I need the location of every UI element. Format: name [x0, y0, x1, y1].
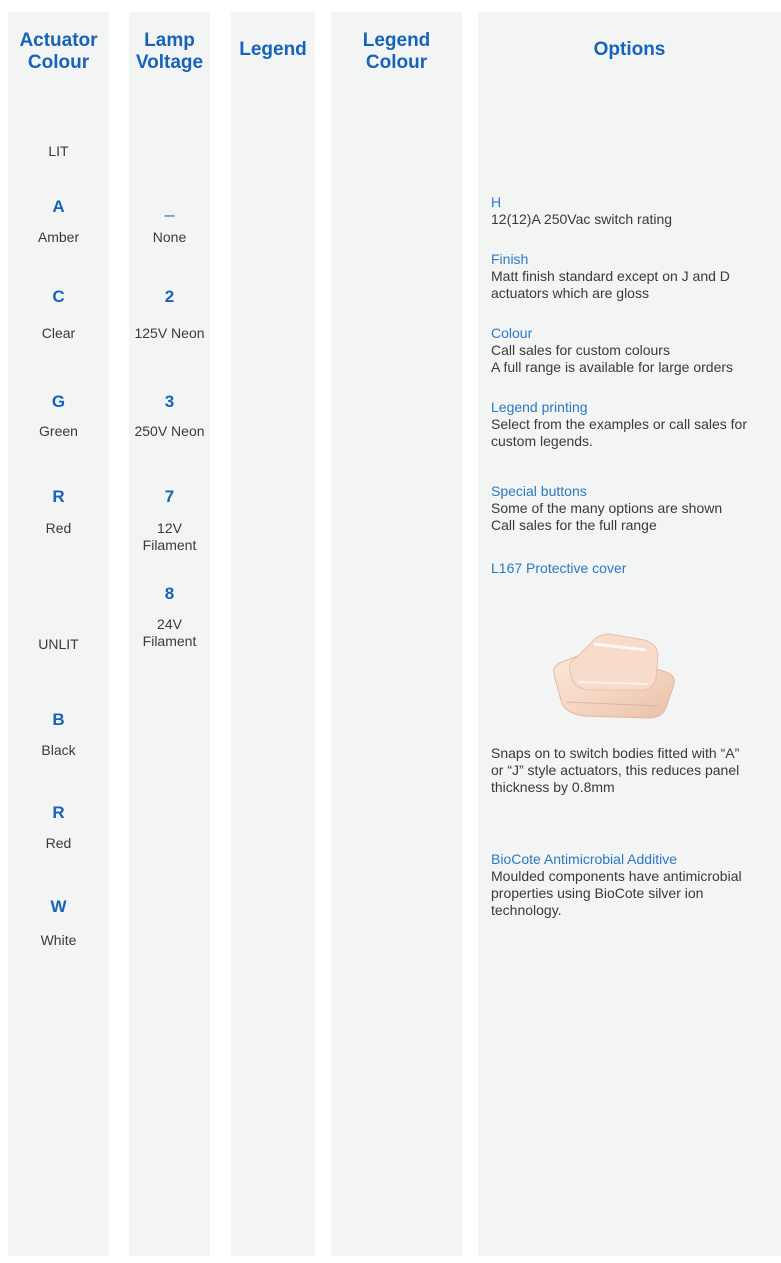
lamp-voltage-column: Lamp Voltage _ None 2 125V Neon 3 250V N… — [129, 12, 210, 1256]
option-colour: Colour Call sales for custom colours A f… — [491, 325, 779, 376]
lamp-name: Filament — [142, 537, 197, 553]
lamp-code: 7 — [164, 487, 175, 506]
option-body: 12(12)A 250Vac switch rating — [491, 211, 673, 227]
option-special-buttons: Special buttons Some of the many options… — [491, 483, 779, 534]
header-line: Legend — [362, 30, 431, 51]
option-title: Finish — [491, 251, 529, 267]
option-body: Select from the examples or call sales f… — [491, 416, 747, 432]
option-title: Legend printing — [491, 399, 588, 415]
options-header: Options — [593, 39, 666, 60]
option-body: A full range is available for large orde… — [491, 359, 734, 375]
lamp-code: 8 — [164, 584, 175, 603]
actuator-colour-column: Actuator Colour LIT A Amber C Clear G Gr… — [8, 12, 109, 1256]
header-line: Lamp — [144, 30, 195, 51]
option-body: custom legends. — [491, 433, 593, 449]
lamp-name: 125V Neon — [134, 325, 205, 341]
actuator-name: Amber — [37, 229, 80, 245]
lamp-name: 24V — [157, 616, 182, 632]
option-protective-cover-body: Snaps on to switch bodies fitted with “A… — [491, 745, 779, 796]
option-body: technology. — [491, 902, 562, 918]
header-line: Colour — [27, 52, 90, 73]
option-body: Moulded components have antimicrobial — [491, 868, 742, 884]
actuator-code: R — [52, 487, 65, 506]
option-finish: Finish Matt finish standard except on J … — [491, 251, 779, 302]
option-body: thickness by 0.8mm — [491, 779, 615, 795]
lamp-code: 2 — [164, 287, 175, 306]
actuator-name: Clear — [41, 325, 76, 341]
actuator-code: A — [52, 197, 65, 216]
header-line: Colour — [365, 52, 428, 73]
option-body: Some of the many options are shown — [491, 500, 723, 516]
option-body: Call sales for custom colours — [491, 342, 670, 358]
header-line: Voltage — [135, 52, 204, 73]
option-title: Colour — [491, 325, 533, 341]
legend-header: Legend — [239, 39, 307, 60]
lit-section-label: LIT — [48, 143, 69, 159]
lamp-code: _ — [164, 198, 175, 217]
header-line: Actuator — [19, 30, 98, 51]
actuator-colour-header: Actuator Colour — [8, 30, 109, 74]
actuator-code: C — [52, 287, 65, 306]
lamp-name: 12V — [157, 520, 182, 536]
actuator-code: G — [51, 392, 66, 411]
legend-colour-header: Legend Colour — [331, 30, 462, 74]
option-title: Special buttons — [491, 483, 587, 499]
option-biocote: BioCote Antimicrobial Additive Moulded c… — [491, 851, 779, 919]
option-title: L167 Protective cover — [491, 560, 627, 576]
option-title: BioCote Antimicrobial Additive — [491, 851, 677, 867]
option-body: Call sales for the full range — [491, 517, 657, 533]
option-legend-printing: Legend printing Select from the examples… — [491, 399, 779, 450]
legend-colour-column: Legend Colour — [331, 12, 462, 1256]
options-column: Options H 12(12)A 250Vac switch rating F… — [478, 12, 781, 1256]
unlit-section-label: UNLIT — [38, 636, 79, 652]
lamp-name: None — [152, 229, 187, 245]
option-h: H 12(12)A 250Vac switch rating — [491, 194, 779, 228]
actuator-code: B — [52, 710, 65, 729]
actuator-name: White — [40, 932, 77, 948]
actuator-name: Green — [39, 423, 78, 439]
actuator-name: Black — [41, 742, 76, 758]
option-body: actuators which are gloss — [491, 285, 649, 301]
lamp-name: 250V Neon — [134, 423, 205, 439]
legend-column: Legend — [231, 12, 315, 1256]
lamp-voltage-header: Lamp Voltage — [129, 30, 210, 74]
actuator-code: R — [52, 803, 65, 822]
option-title: H — [491, 194, 502, 210]
actuator-code: W — [50, 897, 67, 916]
actuator-name: Red — [45, 835, 72, 851]
protective-cover-image — [553, 633, 675, 719]
option-body: or “J” style actuators, this reduces pan… — [491, 762, 740, 778]
option-body: properties using BioCote silver ion — [491, 885, 704, 901]
actuator-name: Red — [45, 520, 72, 536]
option-body: Matt finish standard except on J and D — [491, 268, 730, 284]
lamp-name: Filament — [142, 633, 197, 649]
lamp-code: 3 — [164, 392, 175, 411]
option-body: Snaps on to switch bodies fitted with “A… — [491, 745, 740, 761]
option-protective-cover-title: L167 Protective cover — [491, 560, 779, 577]
